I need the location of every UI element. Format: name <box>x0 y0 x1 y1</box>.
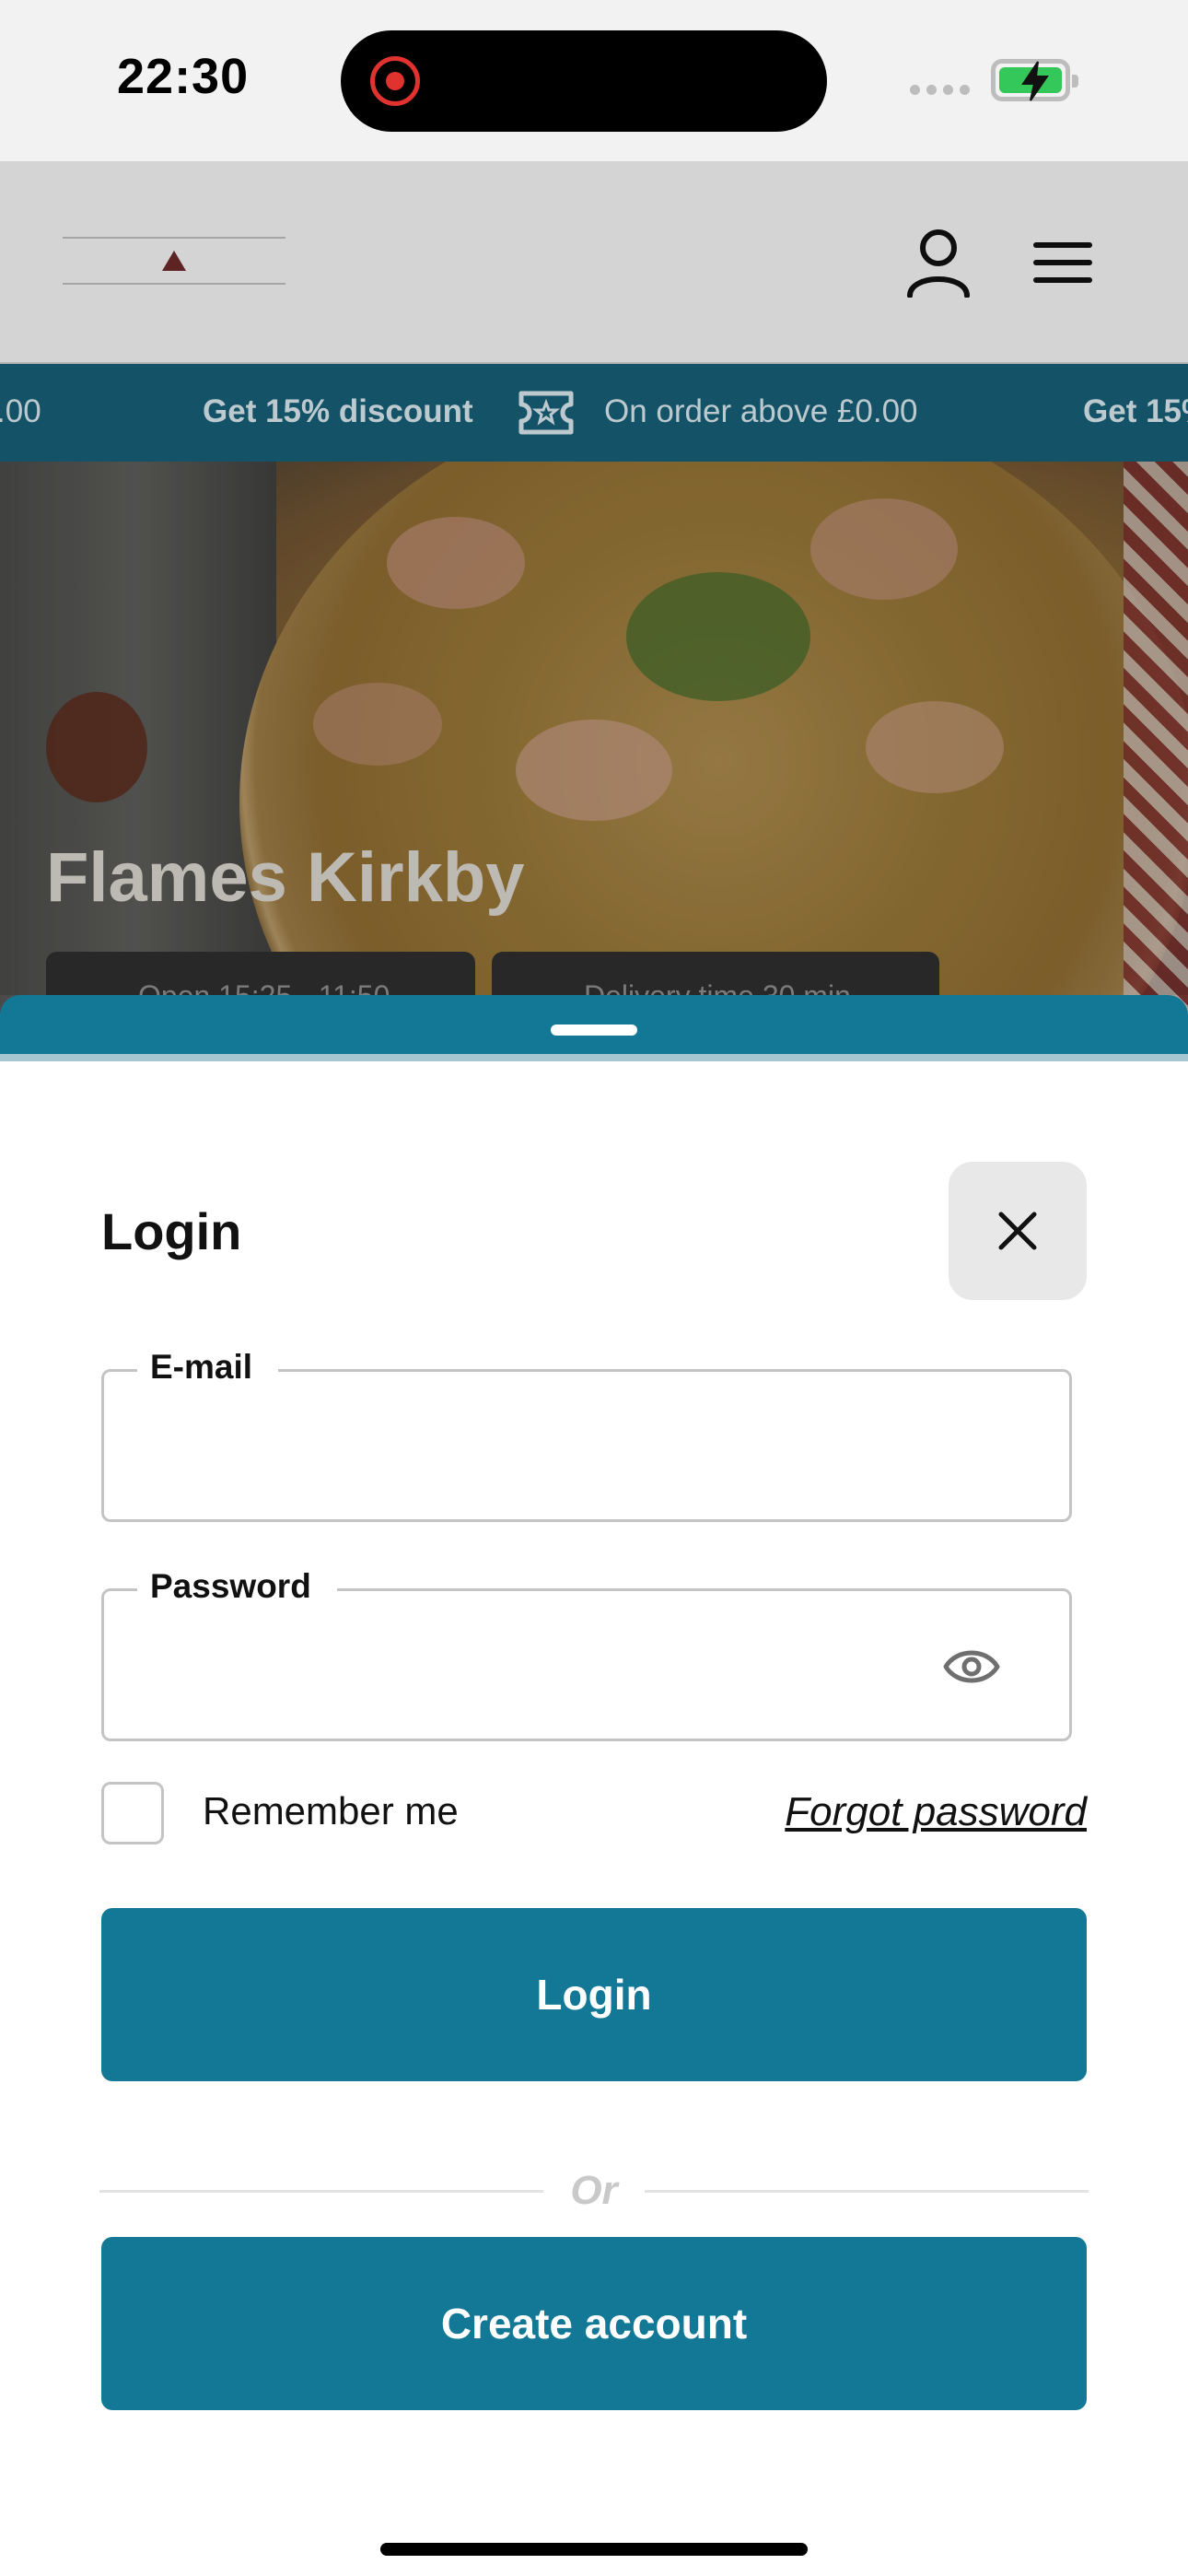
tablecloth <box>1124 462 1188 1014</box>
password-label: Password <box>137 1567 337 1606</box>
site-header <box>0 161 1188 364</box>
restaurant-name: Flames Kirkby <box>46 838 525 917</box>
create-account-button[interactable]: Create account <box>101 2237 1087 2410</box>
user-icon[interactable] <box>906 228 971 298</box>
email-label: E-mail <box>137 1348 279 1387</box>
forgot-password-link[interactable]: Forgot password <box>785 1789 1087 1835</box>
remember-me-checkbox[interactable] <box>101 1782 164 1844</box>
status-bar: 22:30 <box>0 0 1188 161</box>
flame-logo-icon <box>162 251 186 271</box>
password-field[interactable]: Password <box>101 1567 1072 1741</box>
close-icon <box>998 1212 1037 1250</box>
promo-discount: Get 15% discount <box>203 393 473 429</box>
recording-icon <box>370 56 420 106</box>
or-divider: Or <box>99 2163 1089 2219</box>
home-indicator <box>380 2543 808 2556</box>
email-field[interactable]: E-mail <box>101 1348 1072 1522</box>
sheet-handle-bar[interactable] <box>0 995 1188 1061</box>
ticket-icon <box>518 391 574 435</box>
remember-me-label[interactable]: Remember me <box>203 1789 459 1833</box>
hamburger-menu-icon[interactable] <box>1033 242 1092 283</box>
sheet-title: Login <box>101 1202 242 1260</box>
promo-banner: .00 Get 15% discount On order above £0.0… <box>0 364 1188 462</box>
close-button[interactable] <box>949 1162 1087 1300</box>
email-input[interactable] <box>141 1418 933 1482</box>
dynamic-island <box>341 30 827 132</box>
login-sheet: Login E-mail Password Remember me Forgot… <box>0 1061 1188 2576</box>
logo[interactable] <box>63 237 285 285</box>
password-input[interactable] <box>141 1637 933 1702</box>
promo-condition: On order above £0.00 <box>604 393 918 429</box>
promo-discount-repeat: Get 15% <box>1083 393 1188 429</box>
signal-icon <box>910 85 970 95</box>
battery-icon <box>991 59 1078 101</box>
or-text: Or <box>570 2168 618 2213</box>
status-time: 22:30 <box>117 49 250 104</box>
eye-icon[interactable] <box>942 1637 1001 1696</box>
login-button[interactable]: Login <box>101 1908 1087 2081</box>
drag-handle[interactable] <box>551 1025 637 1036</box>
restaurant-hero: Flames Kirkby Open 15:25 - 11:50 Deliver… <box>0 462 1188 1014</box>
promo-text: .00 <box>0 393 41 429</box>
